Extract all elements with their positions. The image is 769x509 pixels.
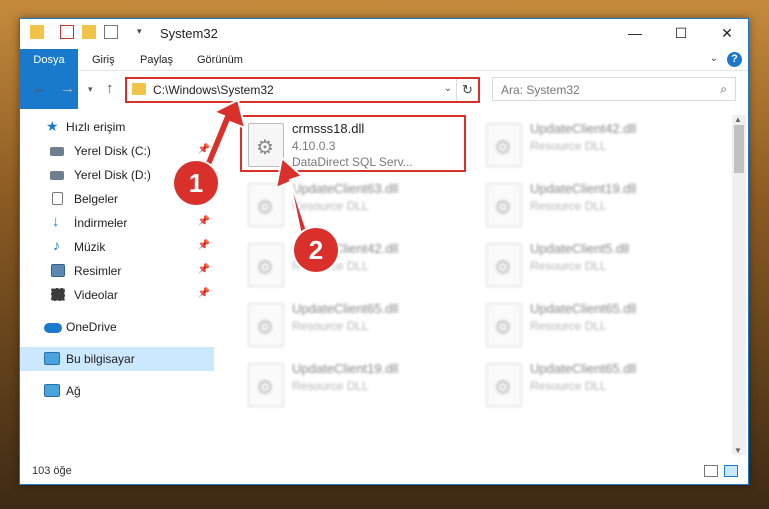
file-item[interactable]: ⚙ UpdateClient63.dll Resource DLL [240,177,470,237]
vertical-scrollbar[interactable]: ▲ ▼ [732,115,746,455]
gear-icon: ⚙ [256,197,274,219]
properties-icon[interactable] [60,25,74,39]
sidebar-item-music[interactable]: ♪ Müzik 📌 [20,235,214,259]
file-item[interactable]: ⚙ UpdateClient65.dll Resource DLL [478,297,708,357]
details-view-icon[interactable] [704,465,718,477]
title-bar: ▾ System32 — ☐ ✕ [20,19,748,49]
folder-icon [30,25,44,39]
sidebar-item-quick-access[interactable]: ★ Hızlı erişim [20,115,214,139]
gear-icon: ⚙ [494,257,512,279]
sidebar-item-downloads[interactable]: ↓ İndirmeler 📌 [20,211,214,235]
item-count: 103 öğe [32,465,72,477]
drive-icon [50,171,64,180]
scroll-thumb[interactable] [734,125,744,173]
up-icon[interactable]: ↑ [106,80,114,97]
search-icon[interactable]: ⌕ [720,82,727,97]
annotation-badge-two: 2 [294,228,338,272]
file-item[interactable]: ⚙ UpdateClient65.dll Resource DLL [240,297,470,357]
scroll-down-icon[interactable]: ▼ [734,446,742,455]
explorer-window: ▾ System32 — ☐ ✕ Dosya Giriş Paylaş Görü… [19,18,749,485]
tab-view[interactable]: Görünüm [185,49,255,71]
file-item[interactable]: ⚙ UpdateClient19.dll Resource DLL [478,177,708,237]
recent-dropdown-icon[interactable]: ▾ [88,84,93,95]
new-folder-icon[interactable] [82,25,96,39]
gear-icon: ⚙ [256,257,274,279]
address-bar[interactable]: C:\Windows\System32 ⌄ ↻ [125,77,480,103]
file-item[interactable]: ⚙ UpdateClient65.dll Resource DLL [478,357,708,417]
pin-icon[interactable]: 📌 [198,264,210,275]
maximize-button[interactable]: ☐ [658,19,704,49]
selected-file-highlight [240,115,466,172]
sidebar-item-onedrive[interactable]: OneDrive [20,315,214,339]
annotation-badge-one: 1 [174,161,218,205]
documents-icon [52,192,63,205]
sidebar-item-videos[interactable]: Videolar 📌 [20,283,214,307]
file-item[interactable]: ⚙ UpdateClient42.dll Resource DLL [478,117,708,177]
ribbon-expand-icon[interactable]: ⌄ [710,53,718,64]
qat-dropdown-icon[interactable]: ▾ [137,26,142,37]
address-path[interactable]: C:\Windows\System32 [153,83,274,97]
close-button[interactable]: ✕ [704,19,750,49]
file-item[interactable]: ⚙ UpdateClient42.dll Resource DLL [240,237,470,297]
file-item[interactable]: ⚙ UpdateClient5.dll Resource DLL [478,237,708,297]
pin-icon[interactable]: 📌 [198,144,210,155]
cloud-icon [44,323,62,333]
gear-icon: ⚙ [494,137,512,159]
folder-icon [132,83,146,95]
search-input[interactable]: Ara: System32 ⌕ [492,77,736,101]
tab-share[interactable]: Paylaş [128,49,185,71]
star-icon: ★ [46,118,59,134]
sidebar-item-disk-c[interactable]: Yerel Disk (C:) 📌 [20,139,214,163]
gear-icon: ⚙ [494,317,512,339]
computer-icon [44,352,60,365]
pin-icon[interactable]: 📌 [198,240,210,251]
pin-icon[interactable]: 📌 [198,288,210,299]
file-item[interactable]: ⚙ UpdateClient19.dll Resource DLL [240,357,470,417]
gear-icon: ⚙ [256,377,274,399]
forward-icon[interactable]: → [60,80,75,97]
minimize-button[interactable]: — [612,19,658,49]
music-icon: ♪ [53,237,60,253]
status-bar: 103 öğe [20,461,748,483]
gear-icon: ⚙ [494,197,512,219]
navigation-bar: ← → ▾ ↑ C:\Windows\System32 ⌄ ↻ Ara: Sys… [20,71,748,107]
download-icon: ↓ [52,213,60,230]
gear-icon: ⚙ [494,377,512,399]
gear-icon: ⚙ [256,317,274,339]
tab-home[interactable]: Giriş [80,49,127,71]
sidebar-item-this-pc[interactable]: Bu bilgisayar [20,347,214,371]
refresh-icon[interactable]: ↻ [456,79,478,101]
search-placeholder: Ara: System32 [501,83,580,97]
address-dropdown-icon[interactable]: ⌄ [444,83,452,94]
pin-icon[interactable]: 📌 [198,216,210,227]
sidebar-item-pictures[interactable]: Resimler 📌 [20,259,214,283]
window-title: System32 [160,26,218,41]
pictures-icon [51,264,65,277]
ribbon-tabs: Dosya Giriş Paylaş Görünüm ⌄ ? [20,49,748,109]
network-icon [44,384,60,397]
sidebar-item-network[interactable]: Ağ [20,379,214,403]
view-options-icon[interactable] [104,25,118,39]
video-icon [51,288,65,301]
drive-icon [50,147,64,156]
help-icon[interactable]: ? [727,52,742,67]
back-icon[interactable]: ← [32,80,47,97]
scroll-up-icon[interactable]: ▲ [734,115,742,124]
large-icons-view-icon[interactable] [724,465,738,477]
